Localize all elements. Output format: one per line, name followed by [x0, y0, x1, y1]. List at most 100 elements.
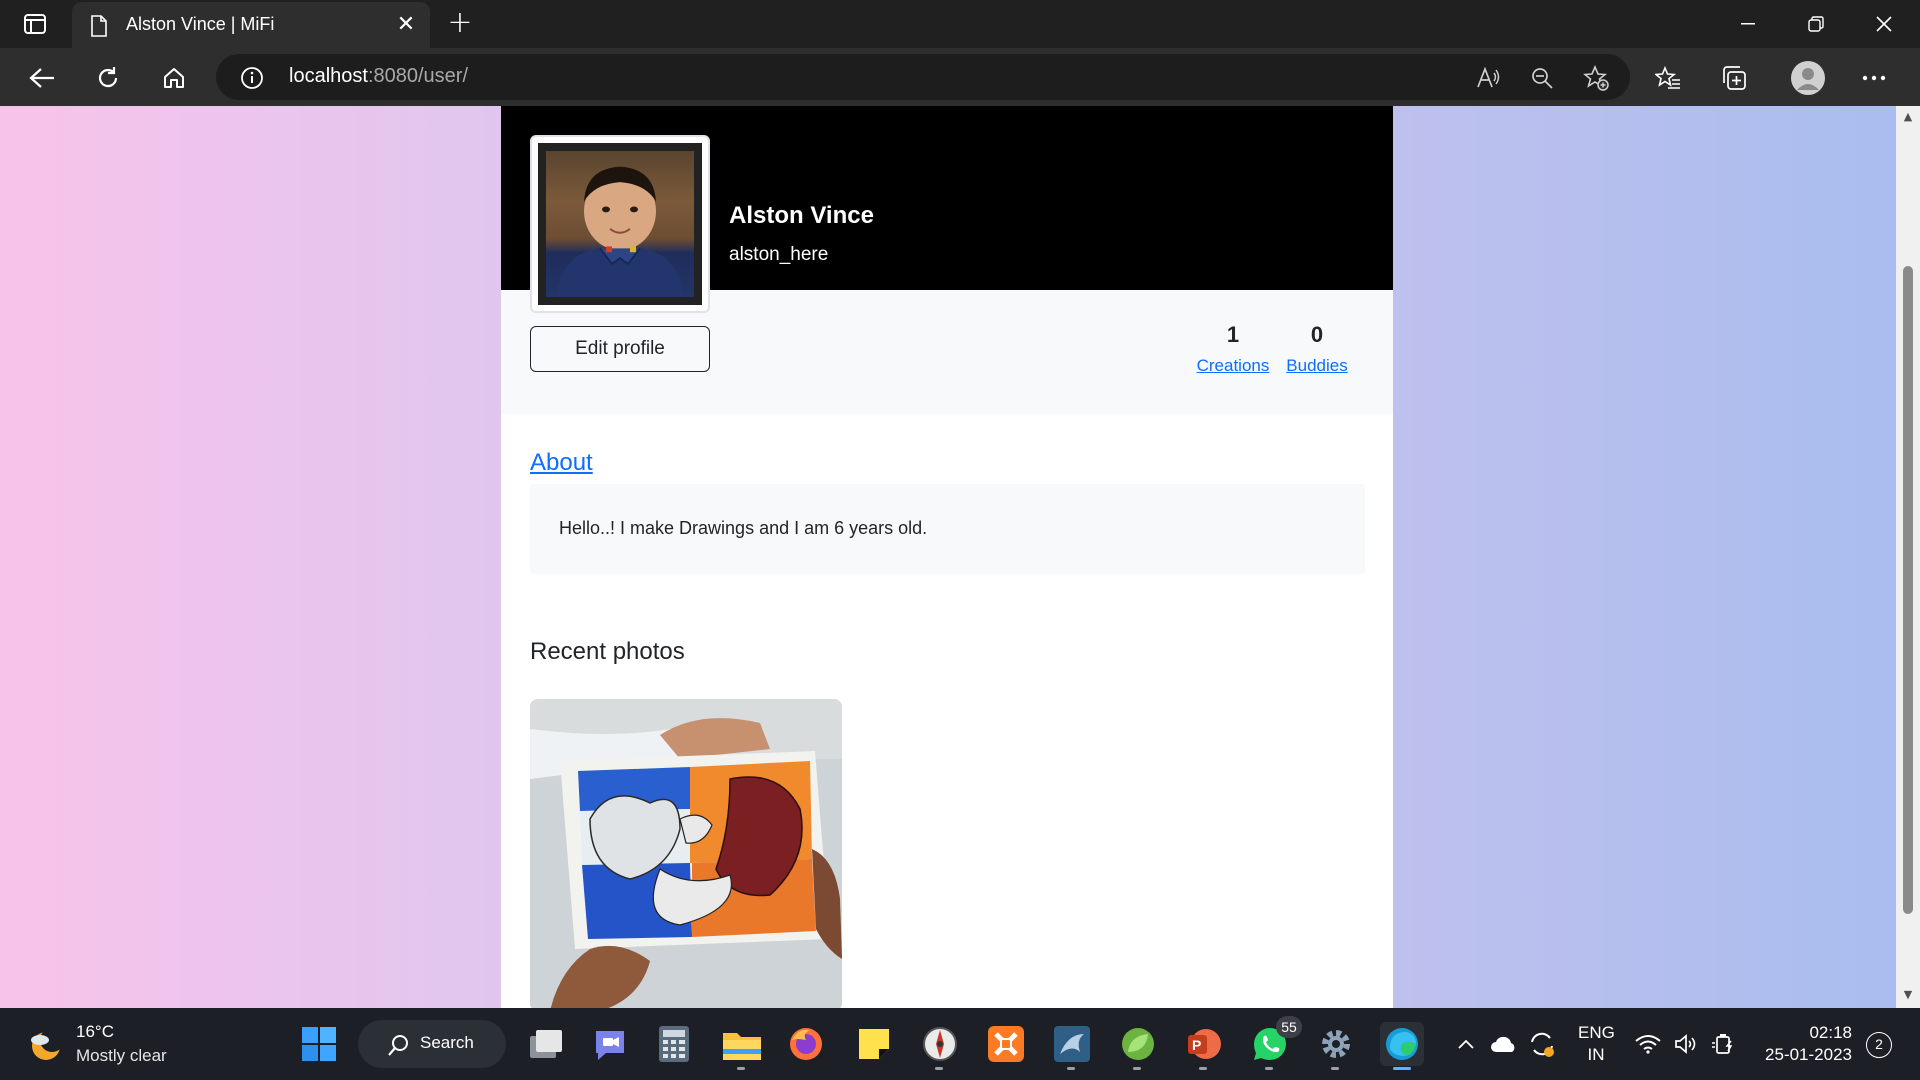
buddies-link[interactable]: Buddies [1285, 356, 1349, 376]
compass-icon [923, 1027, 957, 1061]
about-text: Hello..! I make Drawings and I am 6 year… [559, 518, 928, 538]
scroll-thumb[interactable] [1903, 266, 1913, 914]
read-aloud-icon[interactable] [1474, 64, 1502, 92]
volume-tray[interactable] [1670, 1022, 1702, 1066]
scroll-up-icon[interactable]: ▲ [1896, 110, 1920, 126]
page-viewport: Alston Vince alston_here Edit profile 1 … [0, 106, 1896, 1008]
sync-tray[interactable] [1526, 1022, 1558, 1066]
minimize-button[interactable] [1714, 0, 1782, 48]
close-tab-icon[interactable]: ✕ [394, 13, 418, 37]
search-icon [388, 1035, 408, 1056]
firefox-app[interactable] [784, 1022, 828, 1066]
task-view-button[interactable] [524, 1022, 568, 1066]
file-explorer-app[interactable] [720, 1022, 764, 1070]
edge-app[interactable] [1380, 1022, 1424, 1070]
sticky-notes-app[interactable] [852, 1022, 896, 1066]
task-view-icon [530, 1030, 562, 1058]
back-arrow-icon [29, 68, 54, 88]
weather-widget[interactable]: 16°C Mostly clear [26, 1022, 216, 1068]
new-tab-button[interactable]: + [444, 8, 476, 40]
site-info-icon[interactable] [240, 66, 264, 90]
refresh-icon [98, 67, 118, 88]
profile-username: alston_here [729, 244, 829, 265]
favorites-icon[interactable] [1654, 64, 1682, 92]
start-button[interactable] [297, 1022, 341, 1066]
url-host: localhost [289, 65, 368, 87]
scroll-down-icon[interactable]: ▼ [1896, 988, 1920, 1004]
whatsapp-app[interactable]: 55 [1248, 1016, 1302, 1070]
creations-link[interactable]: Creations [1195, 356, 1271, 376]
onedrive-tray[interactable] [1488, 1022, 1520, 1066]
region-code: IN [1587, 1045, 1605, 1064]
more-options-icon[interactable] [1860, 64, 1888, 92]
xampp-icon [988, 1026, 1024, 1062]
spring-tool-app[interactable] [1116, 1022, 1160, 1070]
settings-app[interactable] [1314, 1022, 1358, 1070]
show-hidden-icons-button[interactable] [1452, 1022, 1480, 1066]
address-bar[interactable]: localhost:8080/user/ [216, 54, 1630, 100]
restore-icon [1808, 16, 1824, 32]
sync-icon [1531, 1032, 1554, 1057]
language-code: ENG [1578, 1023, 1615, 1042]
creations-stat: 1 Creations [1195, 322, 1271, 376]
inkscape-app[interactable] [918, 1022, 962, 1070]
firefox-icon [790, 1028, 822, 1060]
creations-count: 1 [1226, 322, 1240, 347]
language-indicator[interactable]: ENG IN [1578, 1022, 1615, 1066]
svg-text:P: P [1192, 1037, 1201, 1053]
powerpoint-app[interactable]: P [1182, 1022, 1226, 1070]
weather-description: Mostly clear [76, 1046, 167, 1065]
browser-toolbar: localhost:8080/user/ [0, 48, 1920, 106]
clock-date: 25-01-2023 [1765, 1045, 1852, 1064]
windows-logo-icon [302, 1027, 336, 1061]
vertical-scrollbar[interactable]: ▲ ▼ [1896, 106, 1920, 1008]
about-box: Hello..! I make Drawings and I am 6 year… [530, 484, 1365, 574]
chevron-up-icon [1458, 1039, 1474, 1049]
active-tab[interactable]: Alston Vince | MiFi ✕ [72, 2, 430, 48]
document-icon [91, 15, 107, 37]
tab-actions-button[interactable] [18, 10, 52, 38]
refresh-button[interactable] [90, 60, 126, 96]
teams-chat-button[interactable] [588, 1022, 632, 1066]
tab-title: Alston Vince | MiFi [126, 14, 275, 34]
zoom-out-icon[interactable] [1528, 64, 1556, 92]
add-favorite-icon[interactable] [1582, 64, 1610, 92]
recent-photo[interactable] [530, 699, 842, 1008]
browser-tab-bar: Alston Vince | MiFi ✕ + [0, 0, 1920, 48]
about-link[interactable]: About [530, 449, 593, 477]
taskbar-search[interactable]: Search [358, 1020, 506, 1068]
battery-tray[interactable] [1708, 1022, 1740, 1066]
cloud-icon [1491, 1036, 1515, 1052]
wifi-icon [1635, 1035, 1661, 1054]
edit-profile-button[interactable]: Edit profile [530, 326, 710, 372]
spring-leaf-icon [1122, 1028, 1154, 1060]
wifi-tray[interactable] [1632, 1022, 1664, 1066]
notification-center-badge[interactable]: 2 [1866, 1032, 1892, 1058]
buddies-stat: 0 Buddies [1285, 322, 1349, 376]
battery-charging-icon [1712, 1034, 1733, 1054]
url-path: :8080/user/ [367, 65, 469, 87]
avatar-photo [546, 151, 694, 297]
close-window-button[interactable] [1850, 0, 1918, 48]
close-icon [1876, 16, 1892, 32]
mysql-icon [1054, 1026, 1090, 1062]
restore-button[interactable] [1782, 0, 1850, 48]
powerpoint-icon: P [1188, 1029, 1221, 1059]
minimize-icon [1741, 23, 1755, 25]
calculator-icon [659, 1026, 689, 1062]
clock-time: 02:18 [1809, 1023, 1852, 1042]
folder-icon [723, 1033, 761, 1060]
collections-icon[interactable] [1720, 64, 1748, 92]
xampp-app[interactable] [984, 1022, 1028, 1066]
search-label: Search [420, 1033, 474, 1052]
mysql-workbench-app[interactable] [1050, 1022, 1094, 1070]
calculator-app[interactable] [652, 1022, 696, 1066]
url-text[interactable]: localhost:8080/user/ [289, 65, 468, 88]
back-button[interactable] [24, 60, 60, 96]
profile-avatar-icon[interactable] [1790, 60, 1826, 96]
clock[interactable]: 02:18 25-01-2023 [1756, 1022, 1852, 1066]
whatsapp-unread-badge: 55 [1276, 1016, 1302, 1038]
avatar [530, 135, 710, 313]
volume-icon [1675, 1034, 1696, 1054]
home-button[interactable] [156, 60, 192, 96]
